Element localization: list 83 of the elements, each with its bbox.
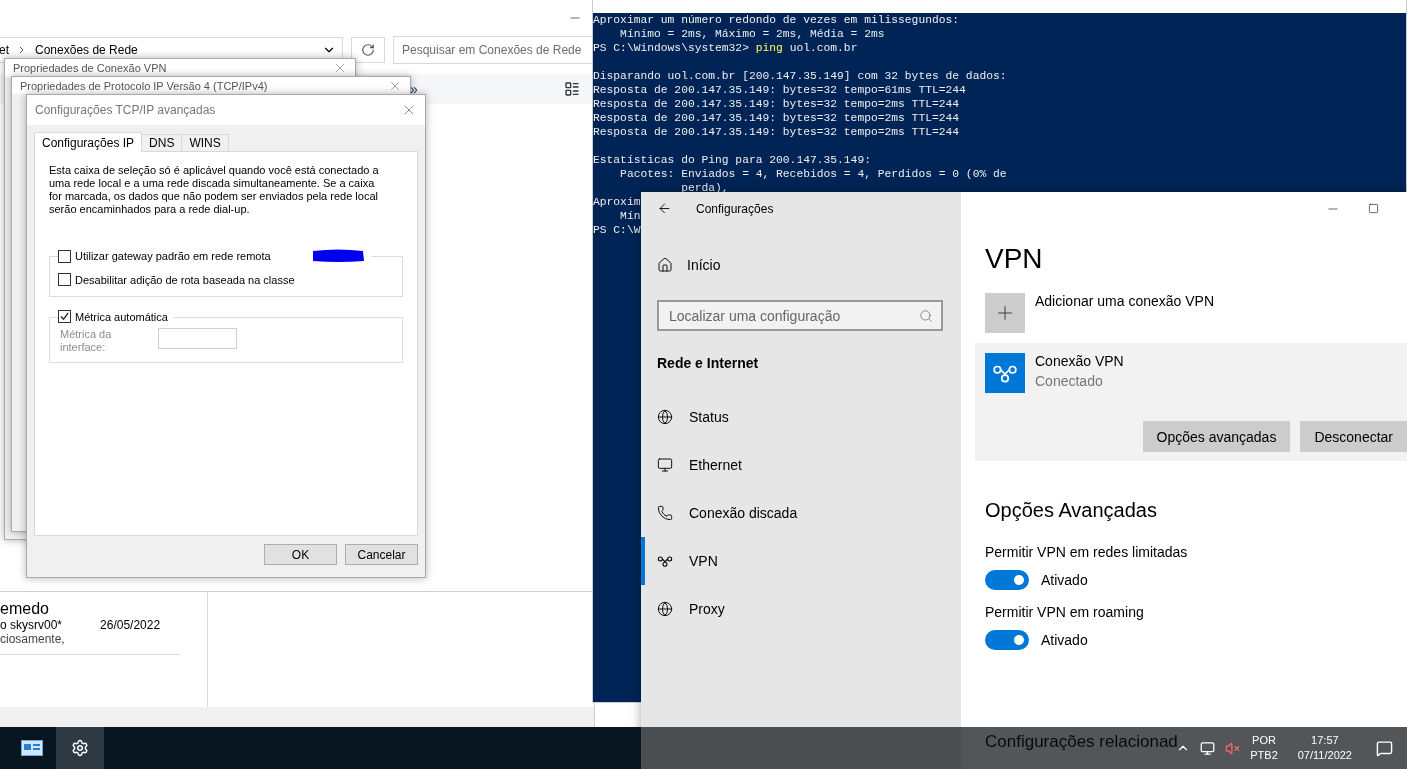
section-title: Rede e Internet (657, 355, 760, 371)
chevron-right-icon (19, 46, 25, 54)
dialog-title: Configurações TCP/IP avançadas (35, 103, 216, 117)
dialog-title: Propriedades de Protocolo IP Versão 4 (TCP/IPv4) (20, 79, 268, 92)
description-text: Esta caixa de seleção só é aplicável quando você está conectado a uma rede local e a uma rede discada simultaneamente. Se a caixa for marcada, os dados que não podem ser enviados pela rede local serão encaminhados para a rede dial-up. (49, 164, 380, 216)
network-icon[interactable] (1200, 740, 1216, 756)
notifications-icon[interactable] (1376, 739, 1393, 757)
console-line: Aproximar um número redondo de vezes em milissegundos: (593, 14, 960, 26)
vpn-icon (657, 553, 673, 569)
view-icon[interactable] (564, 81, 580, 97)
console-line: Resposta de 200.147.35.149: bytes=32 tempo=61ms TTL=244 (593, 84, 966, 96)
nav-item[interactable]: Status (641, 393, 961, 441)
option-label: Permitir VPN em redes limitadas (985, 544, 1189, 560)
page-title: VPN (985, 243, 1044, 275)
checkbox[interactable] (58, 310, 71, 323)
home-icon (657, 257, 673, 273)
console-line: perda), (680, 182, 729, 194)
language-indicator[interactable]: POR PTB2 (1250, 733, 1278, 763)
search-icon (919, 308, 933, 323)
console-line: Disparando uol.com.br [200.147.35.149] com 32 bytes de dados: (593, 70, 1007, 82)
item-name: emedo (0, 600, 50, 618)
network-connections-icon (21, 740, 43, 756)
connection-button[interactable]: Opções avançadas (1142, 421, 1291, 452)
item-detail: o skysrv00* (0, 618, 63, 632)
back-icon[interactable] (657, 201, 672, 216)
phone-icon (657, 505, 673, 521)
refresh-button[interactable] (351, 37, 385, 63)
toggle-switch[interactable] (985, 630, 1029, 650)
connection-status: Conectado (1035, 373, 1104, 389)
console-line: Mínimo = 2ms, Máximo = 2ms, Média = 2ms (619, 28, 885, 40)
console-line: Aproxim (593, 196, 641, 208)
nav-item[interactable]: Ethernet (641, 441, 961, 489)
overflow-button[interactable]: » (410, 81, 418, 97)
console-args: uol.com.br (789, 42, 858, 54)
dialog-button[interactable]: Cancelar (345, 544, 418, 565)
console-prompt: PS C:\Windows\system32> (593, 42, 749, 54)
breadcrumb-item[interactable]: Conexões de Rede (35, 43, 138, 57)
add-label[interactable]: Adicionar uma conexão VPN (1035, 293, 1214, 309)
clock[interactable]: 17:57 07/11/2022 (1297, 733, 1352, 763)
nav-item[interactable]: Conexão discada (641, 489, 961, 537)
tab[interactable]: WINS (181, 134, 229, 152)
dialog-title: Propriedades de Conexão VPN (13, 62, 167, 74)
refresh-icon (361, 43, 375, 57)
toggle-state: Ativado (1041, 572, 1088, 588)
vpn-connection-card[interactable]: Conexão VPN Conectado Opções avançadas Desconectar (975, 343, 1407, 461)
settings-icon (71, 739, 89, 757)
section-heading: Configurações relacionad (985, 732, 1178, 752)
redaction-mark (310, 249, 365, 263)
section-heading: Opções Avançadas (985, 499, 1158, 522)
muted-speaker-icon[interactable] (1225, 740, 1241, 756)
nav-item[interactable]: Proxy (641, 585, 961, 633)
console-line: Resposta de 200.147.35.149: bytes=32 tempo=2ms TTL=244 (593, 98, 960, 110)
list-item[interactable]: emedo o skysrv00* 26/05/2022 ciosamente, (0, 600, 180, 655)
item-date: 26/05/2022 (100, 618, 161, 632)
home-link[interactable]: Início (657, 253, 961, 277)
add-button[interactable] (985, 293, 1025, 333)
globe-icon (657, 409, 673, 425)
search-field[interactable]: Localizar uma configuração (657, 300, 943, 331)
globe-icon (657, 601, 673, 617)
console-line: Estatísticas do Ping para 200.147.35.149: (593, 154, 871, 166)
breadcrumb-item[interactable]: et (0, 43, 9, 57)
dialog-button[interactable]: OK (264, 544, 337, 565)
connection-name: Conexão VPN (1035, 353, 1124, 369)
connection-button[interactable]: Desconectar (1300, 421, 1407, 452)
checkbox[interactable] (58, 273, 71, 286)
console-line: Mín (619, 210, 641, 222)
monitor-icon (657, 457, 673, 473)
maximize-icon[interactable] (1368, 203, 1379, 214)
console-line: Pacotes: Enviados = 4, Recebidos = 4, Perdidos = 0 (0% de (619, 168, 1007, 180)
console-command: ping (755, 42, 783, 54)
console-line: PS C:\W (593, 224, 641, 236)
field-label: Métrica da interface: (60, 328, 113, 354)
toggle-switch[interactable] (985, 570, 1029, 590)
window-title: Configurações (696, 201, 774, 216)
console-line: Resposta de 200.147.35.149: bytes=32 tempo=2ms TTL=244 (593, 112, 960, 124)
tab[interactable]: Configurações IP (34, 132, 143, 152)
toggle-state: Ativado (1041, 632, 1088, 648)
option-label: Permitir VPN em roaming (985, 604, 1145, 620)
checkbox[interactable] (58, 249, 71, 263)
taskbar-app[interactable] (56, 727, 104, 769)
search-field[interactable]: Pesquisar em Conexões de Rede (393, 36, 594, 64)
console-line: Resposta de 200.147.35.149: bytes=32 tempo=2ms TTL=244 (593, 126, 960, 138)
item-note: ciosamente, (0, 632, 66, 646)
